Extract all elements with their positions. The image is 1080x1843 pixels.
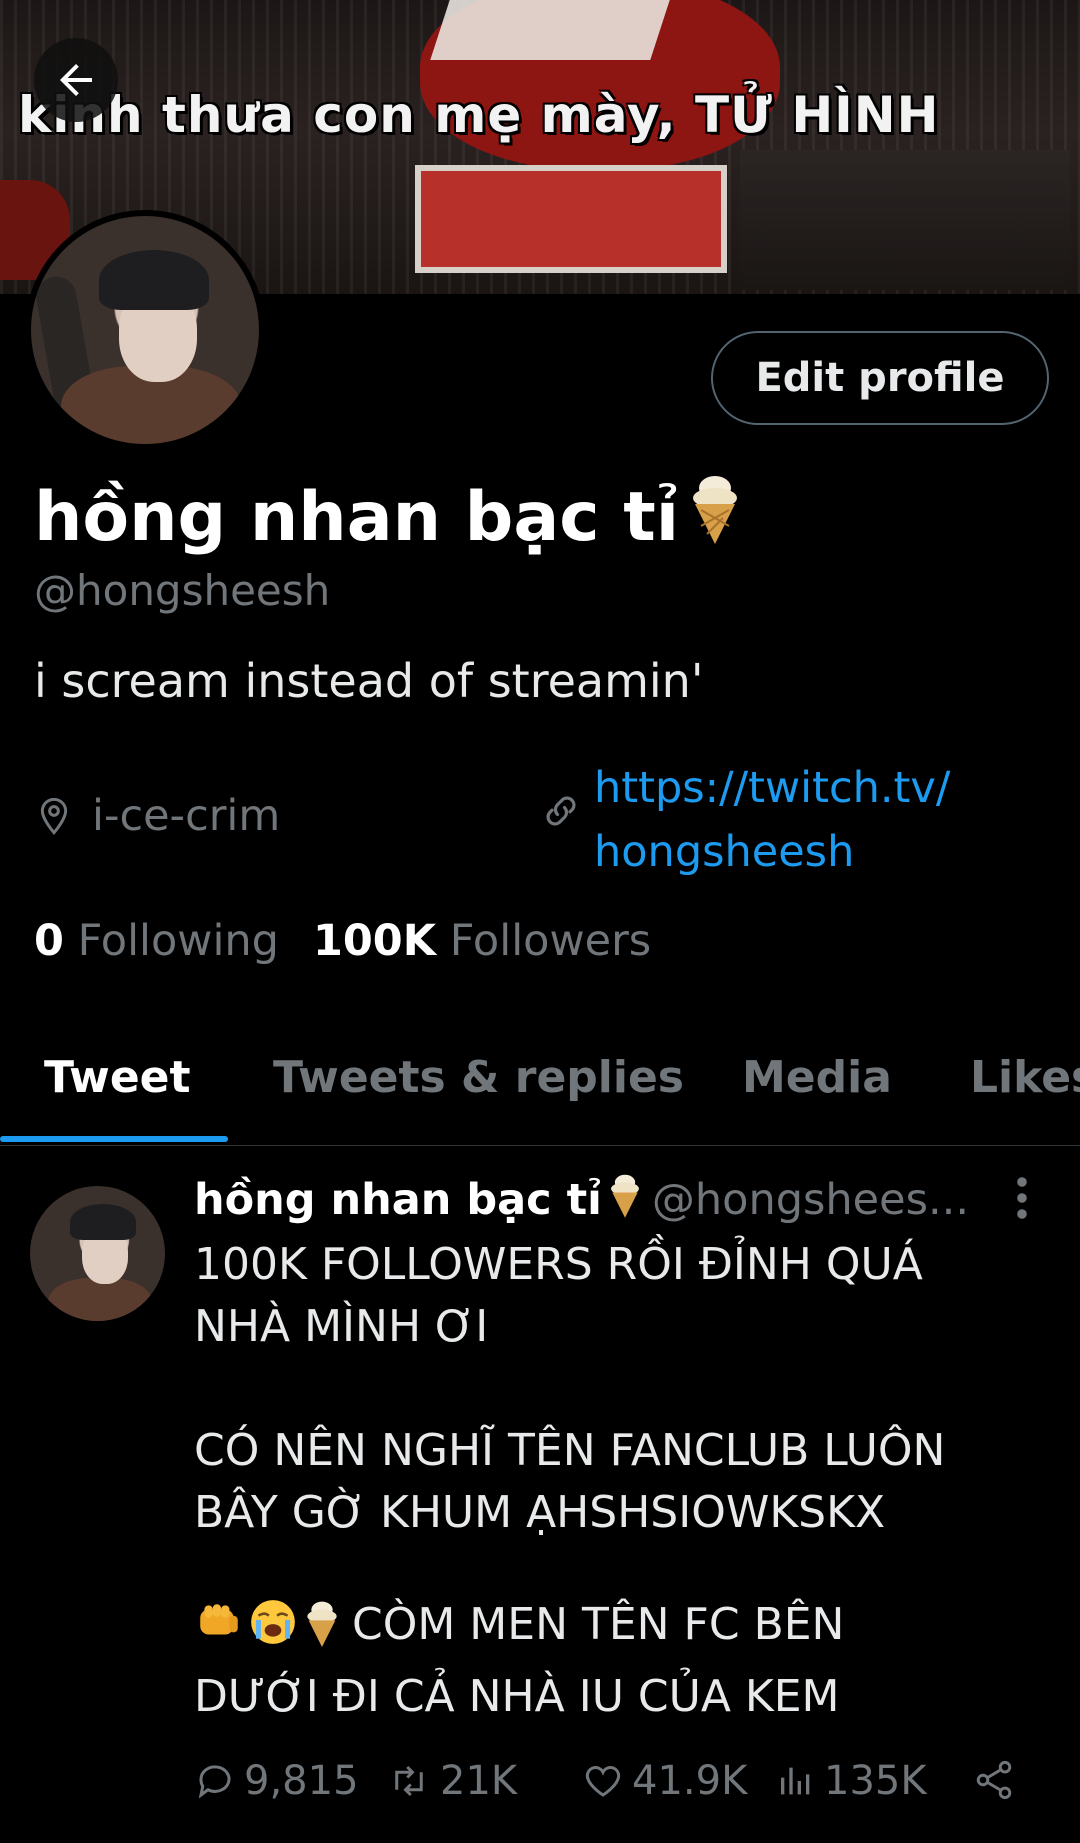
website-link-line1: https://twitch.tv/ [594,763,951,813]
tweet-avatar[interactable] [30,1186,165,1321]
profile-tabs: Tweet Tweets & replies Media Likes [0,1030,1080,1146]
banner-caption: kinh thưa con mẹ mày, TỬ HÌNH [18,86,940,144]
tweet-text-line3a: CÒM MEN TÊN FC BÊN [352,1599,845,1650]
retweet-icon [395,1765,423,1797]
more-options-icon[interactable] [1010,1176,1034,1224]
views-button[interactable]: 135K [776,1758,927,1804]
tweet-author-name[interactable]: hồng nhan bạc tỉ [194,1175,602,1225]
profile-website[interactable]: https://twitch.tv/ hongsheesh [540,756,1014,884]
tweet-author-handle: @hongshees... [651,1175,969,1225]
tweet-text: 100K FOLLOWERS RỒI ĐỈNH QUÁ NHÀ MÌNH ƠI … [194,1239,946,1538]
tweet-text-line3b: DƯỚI ĐI CẢ NHÀ IU CỦA KEM [194,1671,840,1722]
ice-cream-icon [302,1597,342,1666]
location-text: i-ce-crim [92,791,281,841]
follow-stats: 0 Following 100K Followers [34,916,651,966]
tweet-header: hồng nhan bạc tỉ @hongshees... [194,1170,994,1231]
crying-face-icon [248,1597,298,1666]
share-button[interactable] [972,1758,1016,1802]
heart-icon [585,1766,621,1797]
profile-bio: i scream instead of streamin' [34,654,704,708]
reply-icon [198,1765,231,1799]
reply-button[interactable]: 9,815 [194,1758,359,1804]
location-pin-icon [40,797,68,835]
website-link-line2: hongsheesh [594,827,855,877]
active-tab-indicator [0,1136,228,1142]
views-count: 135K [824,1758,927,1804]
back-button[interactable] [34,38,118,122]
profile-handle: @hongsheesh [34,566,331,615]
tab-tweets-replies[interactable]: Tweets & replies [273,1052,684,1103]
ice-cream-icon [685,470,745,563]
ice-cream-icon [606,1170,644,1231]
tab-media[interactable]: Media [742,1052,892,1103]
profile-location: i-ce-crim [34,788,280,844]
display-name: hồng nhan bạc tỉ [34,470,745,563]
tweet-actions: 9,815 21K 41.9K 135K [194,1758,1024,1818]
following-count: 0 [34,916,64,966]
tweet-item[interactable]: hồng nhan bạc tỉ @hongshees... 100K FOLL… [0,1146,1080,1843]
followers-label: Followers [449,916,652,966]
tab-tweet[interactable]: Tweet [44,1052,191,1103]
profile-avatar[interactable] [25,210,265,450]
tab-likes[interactable]: Likes [970,1052,1080,1103]
followers-count: 100K [312,916,437,966]
reply-count: 9,815 [244,1758,359,1804]
fist-icon [194,1597,244,1666]
following-link[interactable]: 0 Following [34,916,279,966]
tweet-text-last: CÒM MEN TÊN FC BÊN DƯỚI ĐI CẢ NHÀ IU CỦA… [194,1594,1054,1728]
share-icon [976,1760,1012,1800]
edit-profile-button[interactable]: Edit profile [711,331,1049,425]
followers-link[interactable]: 100K Followers [313,916,651,966]
bar-chart-icon [781,1767,810,1795]
website-link[interactable]: https://twitch.tv/ hongsheesh [594,756,1014,884]
following-label: Following [77,916,279,966]
link-icon [546,796,576,826]
retweet-button[interactable]: 21K [386,1758,517,1804]
arrow-left-icon [60,64,92,96]
display-name-text: hồng nhan bạc tỉ [34,478,680,557]
retweet-count: 21K [440,1758,518,1804]
like-count: 41.9K [632,1758,748,1804]
like-button[interactable]: 41.9K [582,1758,747,1804]
